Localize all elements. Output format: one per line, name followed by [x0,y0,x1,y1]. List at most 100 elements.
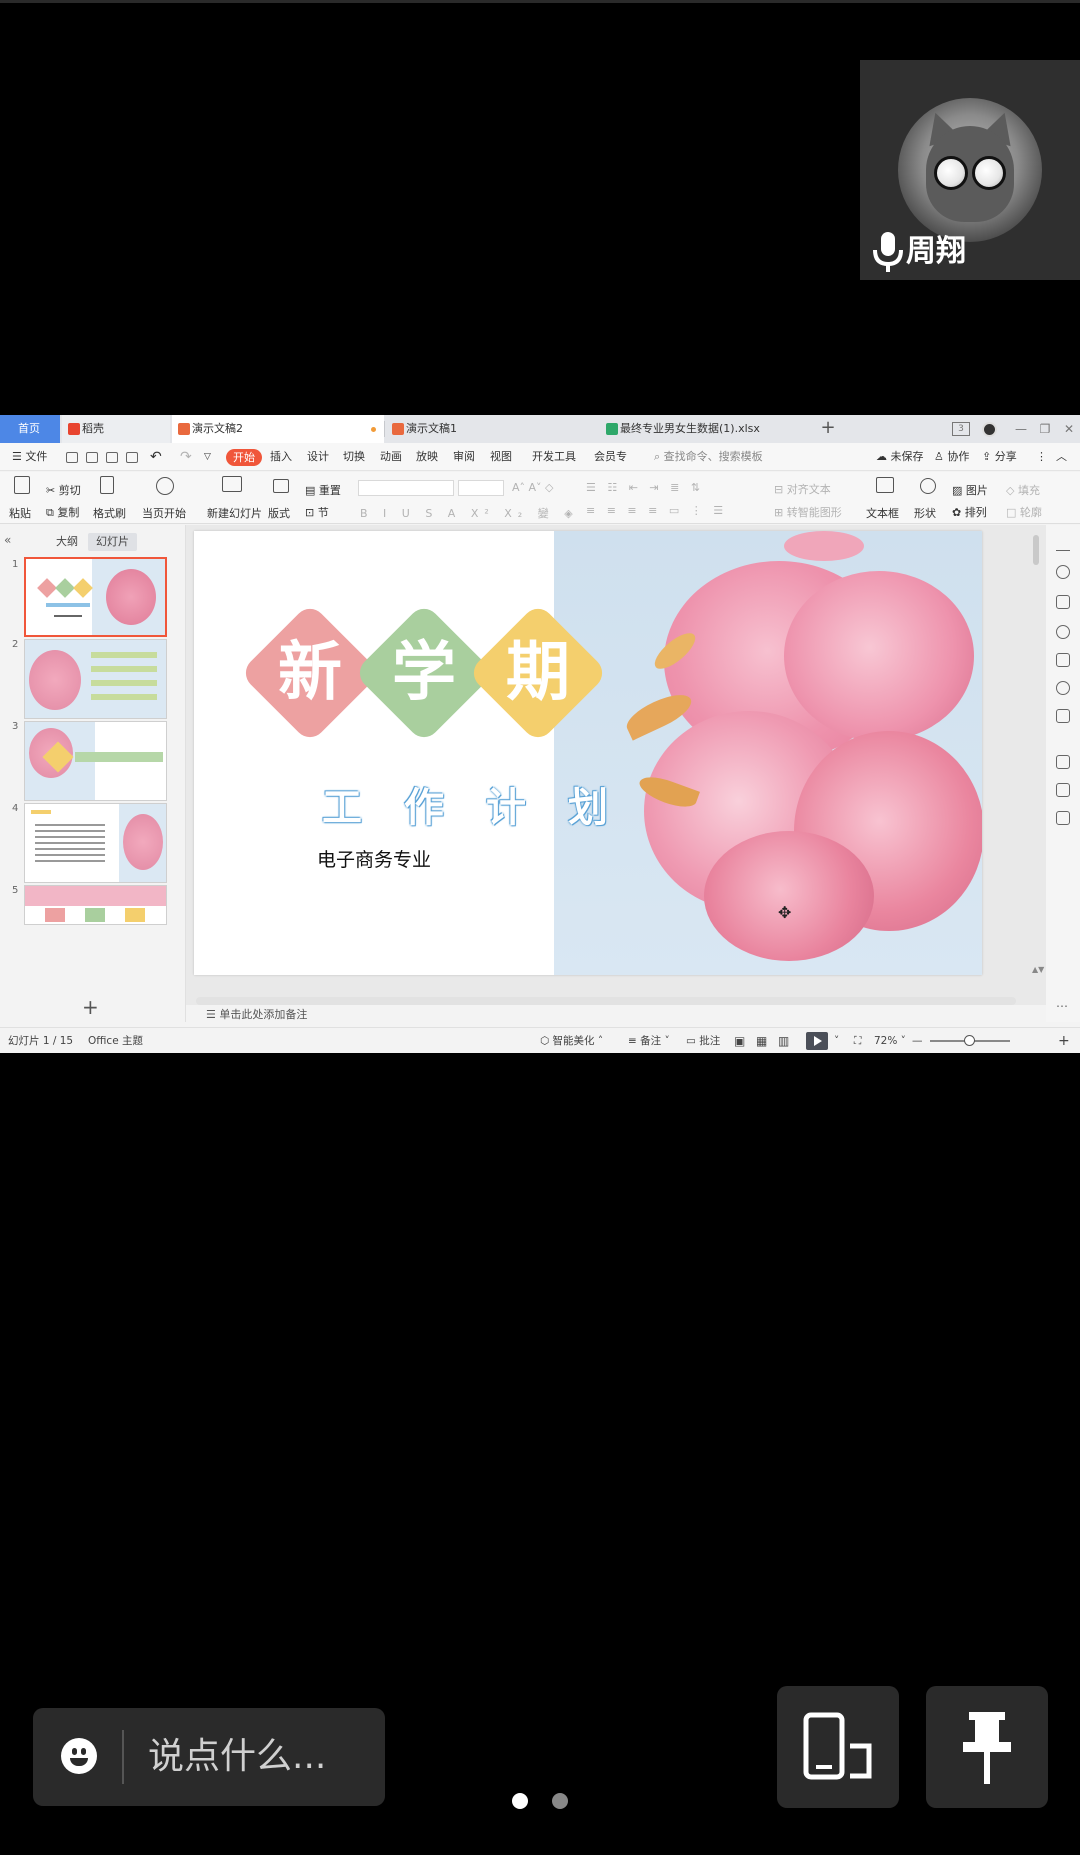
vertical-scrollbar[interactable]: ▲▼ [1032,535,1044,995]
collapse-ribbon-icon[interactable]: ︿ [1056,443,1067,471]
fill-button[interactable]: ◇ 填充 [1006,482,1040,498]
list-buttons[interactable]: ☰ ☷ ⇤ ⇥ ≣ ⇅ [586,481,704,494]
page-indicator-active[interactable] [512,1793,528,1809]
print-icon[interactable] [106,452,118,463]
menu-transition[interactable]: 切换 [343,443,365,471]
reading-view-icon[interactable]: ▥ [778,1028,789,1053]
font-size-controls[interactable]: A˄ A˅ ◇ [512,481,554,494]
page-indicator[interactable] [552,1793,568,1809]
properties-icon[interactable] [1056,537,1070,551]
speaker-tile[interactable]: 周翔 [860,60,1080,280]
play-from-current-button[interactable]: 当页开始 [142,505,186,521]
add-slide-button[interactable]: + [82,995,99,1019]
tab-outline[interactable]: 大纲 [48,533,86,551]
slide-canvas[interactable]: 新 学 期 工作计划 电子商务专业 ✥ [186,525,1046,1005]
image-icon[interactable] [1056,653,1070,667]
minimize-icon[interactable]: — [1010,415,1032,443]
form-icon[interactable] [1056,811,1070,825]
slide-thumbnail-4[interactable] [24,803,167,883]
animation-icon[interactable] [1056,565,1070,579]
font-size-select[interactable] [458,480,504,496]
menu-design[interactable]: 设计 [307,443,329,471]
copy-format-icon[interactable] [1056,783,1070,797]
comment-toggle[interactable]: ▭ 批注 [686,1028,720,1053]
current-slide[interactable]: 新 学 期 工作计划 电子商务专业 ✥ [194,531,982,975]
new-slide-icon[interactable] [222,476,242,492]
share-button[interactable]: ⇪ 分享 [982,443,1017,471]
undo-icon[interactable]: ↶ [150,443,162,471]
help-icon[interactable] [1056,625,1070,639]
smart-beautify-button[interactable]: ⬡ 智能美化 ˄ [540,1028,603,1053]
zoom-slider-knob[interactable] [964,1035,975,1046]
more-icon[interactable]: ⋯ [1056,999,1068,1013]
tab-spreadsheet[interactable]: 最终专业男女生数据(1).xlsx [600,415,800,443]
menu-insert[interactable]: 插入 [270,443,292,471]
reset-button[interactable]: ▤ 重置 [305,482,341,498]
cube-icon[interactable] [1056,709,1070,723]
align-text-button[interactable]: ⊟ 对齐文本 [774,481,831,497]
window-count-badge[interactable]: 3 [952,422,970,436]
textbox-button[interactable]: 文本框 [866,505,899,521]
redo-icon[interactable]: ↷ [180,443,192,471]
arrange-button[interactable]: ✿ 排列 [952,504,987,520]
quick-access-dropdown-icon[interactable]: ▽ [204,443,211,471]
location-icon[interactable] [1056,681,1070,695]
notes-area[interactable]: ☰ 单击此处添加备注 [186,1005,1046,1025]
zoom-in-button[interactable]: + [1058,1028,1070,1053]
smart-graphic-button[interactable]: ⊞ 转智能图形 [774,504,842,520]
zoom-out-button[interactable]: — [912,1028,923,1053]
new-tab-button[interactable]: + [818,415,838,443]
menu-developer[interactable]: 开发工具 [532,443,576,471]
tab-presentation-1[interactable]: 演示文稿1 [384,415,598,443]
textbox-icon[interactable] [876,477,894,493]
theme-name[interactable]: Office 主题 [88,1028,143,1053]
export-pdf-icon[interactable] [86,452,98,463]
notes-toggle[interactable]: ≡ 备注 ˅ [628,1028,670,1053]
menu-member[interactable]: 会员专 [594,443,627,471]
layout-button[interactable]: 版式 [268,505,290,521]
play-dropdown-icon[interactable]: ˅ [834,1028,839,1053]
slide-thumbnail-5[interactable] [24,885,167,925]
smiley-icon[interactable] [61,1738,97,1774]
menu-review[interactable]: 审阅 [453,443,475,471]
restore-icon[interactable]: ❐ [1034,415,1056,443]
tab-docer[interactable]: 稻壳 [62,415,170,443]
paste-icon[interactable] [14,476,30,494]
tab-home[interactable]: 首页 [0,415,60,443]
slide-thumbnail-3[interactable] [24,721,167,801]
menu-home[interactable]: 开始 [226,449,262,466]
save-icon[interactable] [66,452,78,463]
section-button[interactable]: ⊡ 节 [305,504,329,520]
menu-slideshow[interactable]: 放映 [416,443,438,471]
rocket-icon[interactable] [1056,755,1070,769]
more-options-icon[interactable]: ⋮ [1036,443,1047,471]
tab-presentation-2[interactable]: 演示文稿2 [172,415,384,443]
tab-slides[interactable]: 幻灯片 [88,533,137,551]
paragraph-align-buttons[interactable]: ≡ ≡ ≡ ≡ ▭ ⋮ ☰ [586,504,727,517]
account-avatar-icon[interactable] [978,415,1000,443]
grid-view-icon[interactable]: ▦ [756,1028,767,1053]
chat-input[interactable]: 说点什么... [33,1708,385,1806]
layout-icon[interactable] [273,479,289,493]
design-icon[interactable] [1056,595,1070,609]
screen-switch-button[interactable] [777,1686,899,1808]
font-family-select[interactable] [358,480,454,496]
menu-animation[interactable]: 动画 [380,443,402,471]
collapse-panel-icon[interactable]: « [4,533,11,547]
format-painter-button[interactable]: 格式刷 [93,505,126,521]
slide-thumbnail-2[interactable] [24,639,167,719]
format-painter-icon[interactable] [100,476,114,494]
font-style-buttons[interactable]: B I U S A X² X₂ 變 ◈ [360,505,579,521]
outline-button[interactable]: □ 轮廓 [1006,504,1042,520]
zoom-level[interactable]: 72% ˅ [874,1028,906,1053]
new-slide-button[interactable]: 新建幻灯片 [207,505,262,521]
copy-button[interactable]: ⧉ 复制 [46,504,79,520]
close-icon[interactable]: ✕ [1058,415,1080,443]
picture-button[interactable]: ▨ 图片 [952,482,988,498]
command-search[interactable]: ⌕ 查找命令、搜索模板 [654,443,763,471]
horizontal-scrollbar[interactable] [196,997,1016,1005]
slide-thumbnail-1[interactable] [24,557,167,637]
print-preview-icon[interactable] [126,452,138,463]
shape-button[interactable]: 形状 [914,505,936,521]
shape-icon[interactable] [920,478,936,494]
